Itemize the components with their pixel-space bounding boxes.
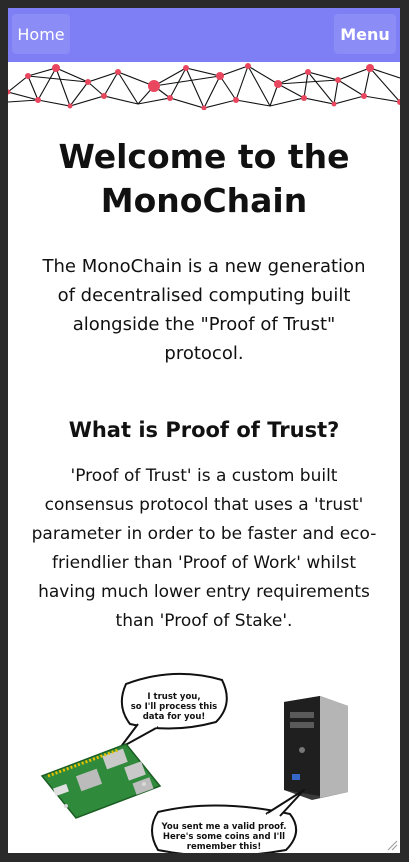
navbar: Home Menu	[8, 8, 400, 62]
section-paragraph: 'Proof of Trust' is a custom built conse…	[31, 466, 377, 631]
section-heading: What is Proof of Trust?	[68, 418, 340, 442]
network-banner	[8, 63, 400, 110]
bubble-top-line-1: I trust you,	[147, 692, 200, 702]
speech-bubble-top: I trust you, so I'll process this data f…	[119, 672, 228, 749]
intro-paragraph: The MonoChain is a new generation of dec…	[42, 256, 366, 364]
bubble-bottom-line-1: You sent me a valid proof.	[161, 822, 287, 832]
raspberry-pi-board	[40, 743, 162, 819]
browser-viewport: Home Menu Welcome to the MonoChain The M…	[8, 8, 400, 853]
home-button[interactable]: Home	[12, 14, 70, 54]
bubble-top-line-3: data for you!	[143, 712, 206, 722]
bubble-bottom-line-2: Here's some coins and I'll	[163, 832, 285, 842]
bubble-bottom-line-3: remember this!	[187, 842, 261, 852]
speech-bubble-bottom: You sent me a valid proof. Here's some c…	[151, 789, 305, 853]
menu-button[interactable]: Menu	[334, 14, 396, 54]
page-title: Welcome to the MonoChain	[58, 137, 350, 220]
desktop-computer	[284, 696, 348, 800]
resize-handle-icon[interactable]	[386, 839, 398, 851]
proof-of-trust-illustration: I trust you, so I'll process this data f…	[40, 672, 348, 853]
bubble-top-line-2: so I'll process this	[131, 702, 218, 712]
